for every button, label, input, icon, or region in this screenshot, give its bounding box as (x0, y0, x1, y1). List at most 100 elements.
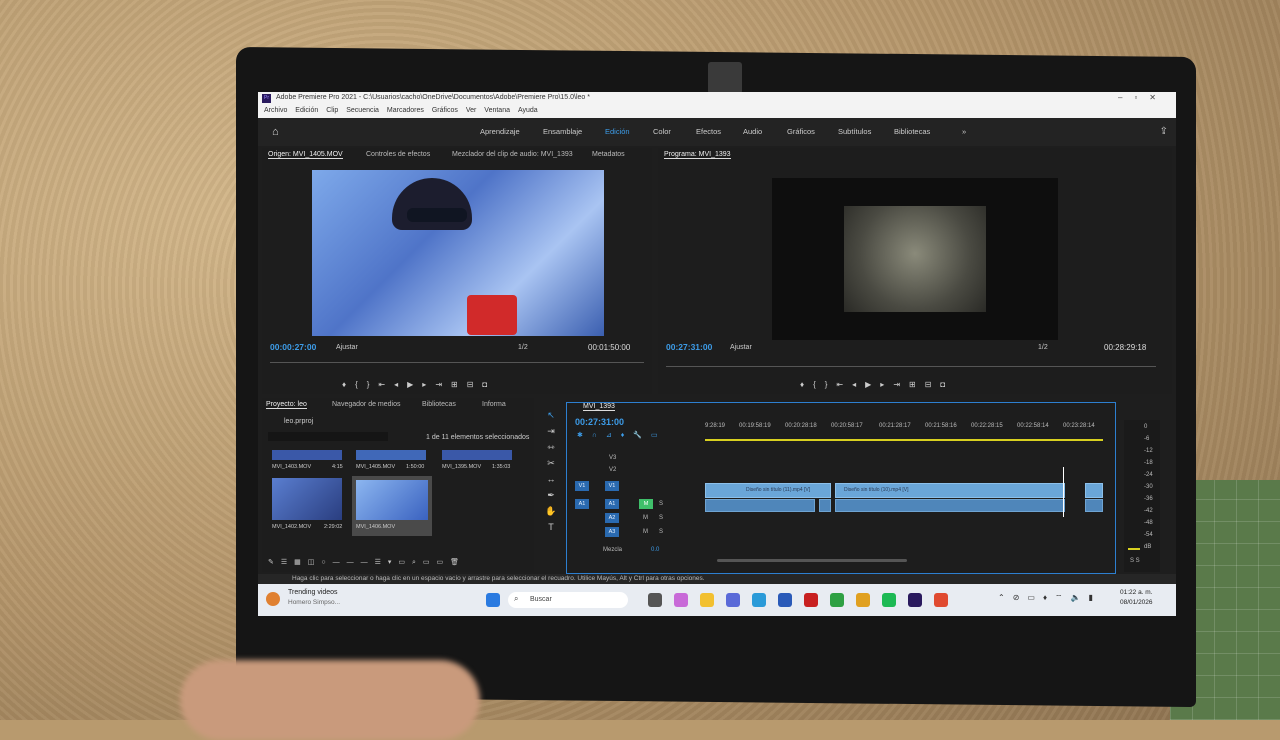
ws-aprendizaje[interactable]: Aprendizaje (480, 127, 520, 136)
menu-archivo[interactable]: Archivo (264, 107, 287, 114)
project-footer-tools[interactable]: ✎☰▦◫○———☰▾▭⌕▭▭🗑 (268, 558, 466, 567)
track-a3-target[interactable]: A3 (605, 527, 619, 537)
ws-bibliotecas[interactable]: Bibliotecas (894, 127, 930, 136)
window-controls[interactable]: –▫✕ (1118, 93, 1168, 102)
audio-clip-3[interactable] (835, 499, 1065, 512)
video-clip-2[interactable]: Diseño sin título (10).mp4 [V] (835, 483, 1065, 498)
slip-tool-icon[interactable]: ↔ (542, 474, 560, 490)
file-explorer-icon[interactable] (700, 593, 714, 607)
source-fit-select[interactable]: Ajustar (336, 344, 358, 351)
project-search-input[interactable] (268, 432, 388, 441)
program-timecode[interactable]: 00:27:31:00 (666, 342, 712, 352)
project-thumb-1402[interactable] (272, 478, 342, 520)
selection-tool-icon[interactable]: ↖ (542, 410, 560, 426)
system-tray-icons[interactable]: ⌃⊘▭♦⌔🔈▮ (998, 593, 1101, 603)
teams-icon[interactable] (726, 593, 740, 607)
type-tool-icon[interactable]: T (542, 522, 560, 538)
ws-ensamblaje[interactable]: Ensamblaje (543, 127, 582, 136)
premiere-taskbar-icon[interactable] (908, 593, 922, 607)
weather-icon[interactable] (266, 592, 280, 606)
source-scrubber[interactable] (270, 362, 644, 363)
a3-mute-button[interactable]: M (643, 529, 648, 535)
clock-time[interactable]: 01:22 a. m. (1120, 589, 1153, 596)
program-resolution-select[interactable]: 1/2 (1038, 344, 1048, 351)
video-clip-3[interactable] (1085, 483, 1103, 498)
program-transport-controls[interactable]: ♦{}⇤◂▶▸⇥⊞⊟◘ (800, 380, 954, 389)
pen-tool-icon[interactable]: ✒ (542, 490, 560, 506)
menu-edicion[interactable]: Edición (295, 107, 318, 114)
track-select-tool-icon[interactable]: ⇥ (542, 426, 560, 442)
source-resolution-select[interactable]: 1/2 (518, 344, 528, 351)
playhead[interactable] (1063, 467, 1064, 517)
track-a1-target[interactable]: A1 (605, 499, 619, 509)
xbox-icon[interactable] (830, 593, 844, 607)
audio-clip-1[interactable] (705, 499, 815, 512)
source-timecode[interactable]: 00:00:27:00 (270, 342, 316, 352)
tab-project[interactable]: Proyecto: leo (266, 401, 307, 409)
tab-info[interactable]: Informa (482, 401, 506, 408)
ripple-edit-tool-icon[interactable]: ⇿ (542, 442, 560, 458)
task-view-icon[interactable] (648, 593, 662, 607)
tab-metadata[interactable]: Metadatos (592, 151, 625, 158)
source-patch-a1[interactable]: A1 (575, 499, 589, 509)
project-thumb-1403[interactable] (272, 450, 342, 460)
tab-audio-clip-mixer[interactable]: Mezclador del clip de audio: MVI_1393 (452, 151, 573, 158)
a2-mute-button[interactable]: M (643, 515, 648, 521)
tab-effect-controls[interactable]: Controles de efectos (366, 151, 430, 158)
home-icon[interactable]: ⌂ (272, 126, 279, 138)
ws-edicion[interactable]: Edición (605, 127, 630, 136)
audio-clip-2[interactable] (819, 499, 831, 512)
menu-secuencia[interactable]: Secuencia (346, 107, 379, 114)
menu-ayuda[interactable]: Ayuda (518, 107, 538, 114)
edge-icon[interactable] (752, 593, 766, 607)
timeline-toolbar[interactable]: ✱∩⊿♦🔧▭ (577, 431, 667, 439)
store-icon[interactable] (778, 593, 792, 607)
ws-graficos[interactable]: Gráficos (787, 127, 815, 136)
video-clip-1[interactable]: Diseño sin título (11).mp4 [V] (705, 483, 831, 498)
windows-start-icon[interactable] (486, 593, 500, 607)
razor-tool-icon[interactable]: ✂ (542, 458, 560, 474)
track-v1-target[interactable]: V1 (605, 481, 619, 491)
share-icon[interactable]: ⇪ (1160, 126, 1168, 137)
source-patch-v1[interactable]: V1 (575, 481, 589, 491)
tab-program[interactable]: Programa: MVI_1393 (664, 151, 731, 159)
project-thumb-1405[interactable] (356, 450, 426, 460)
source-transport-controls[interactable]: ♦{}⇤◂▶▸⇥⊞⊟◘ (342, 380, 496, 389)
chrome-profile-icon[interactable] (934, 593, 948, 607)
timeline-timecode[interactable]: 00:27:31:00 (575, 417, 624, 427)
news-title[interactable]: Trending videos (288, 589, 338, 596)
menu-ventana[interactable]: Ventana (484, 107, 510, 114)
copilot-icon[interactable] (674, 593, 688, 607)
menu-graficos[interactable]: Gráficos (432, 107, 458, 114)
a1-solo-button[interactable]: S (659, 501, 663, 507)
project-thumb-1395[interactable] (442, 450, 512, 460)
tab-sequence[interactable]: MVI_1393 (583, 403, 615, 411)
tab-libraries[interactable]: Bibliotecas (422, 401, 456, 408)
a3-solo-button[interactable]: S (659, 529, 663, 535)
meter-solo-buttons[interactable]: S S (1130, 558, 1140, 564)
a2-solo-button[interactable]: S (659, 515, 663, 521)
menu-marcadores[interactable]: Marcadores (387, 107, 424, 114)
ws-subtitulos[interactable]: Subtítulos (838, 127, 871, 136)
track-a2-target[interactable]: A2 (605, 513, 619, 523)
news-subtitle[interactable]: Homero Simpso... (288, 599, 340, 606)
tab-media-browser[interactable]: Navegador de medios (332, 401, 401, 408)
ws-color[interactable]: Color (653, 127, 671, 136)
spotify-icon[interactable] (882, 593, 896, 607)
track-v3-label[interactable]: V3 (609, 455, 616, 461)
app-red-icon[interactable] (804, 593, 818, 607)
ws-more-icon[interactable]: » (962, 127, 966, 136)
timeline-zoom-scrollbar[interactable] (717, 559, 907, 562)
mix-value[interactable]: 0.0 (651, 547, 659, 553)
menu-ver[interactable]: Ver (466, 107, 477, 114)
audio-clip-4[interactable] (1085, 499, 1103, 512)
a1-mute-button[interactable]: M (639, 499, 653, 509)
track-v2-label[interactable]: V2 (609, 467, 616, 473)
taskbar-search-input[interactable]: ⌕ Buscar (508, 592, 628, 608)
menu-clip[interactable]: Clip (326, 107, 338, 114)
program-fit-select[interactable]: Ajustar (730, 344, 752, 351)
chrome-icon[interactable] (856, 593, 870, 607)
program-scrubber[interactable] (666, 366, 1156, 367)
hand-tool-icon[interactable]: ✋ (542, 506, 560, 522)
clock-date[interactable]: 08/01/2026 (1120, 599, 1153, 606)
